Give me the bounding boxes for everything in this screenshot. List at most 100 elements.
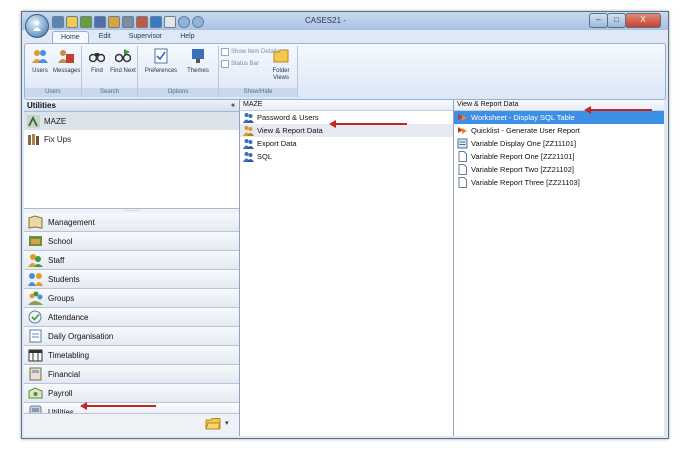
quick-access-toolbar bbox=[52, 16, 204, 28]
students-icon bbox=[28, 273, 43, 286]
report-item-quicklist[interactable]: Quicklist - Generate User Report bbox=[454, 124, 664, 137]
find-button-label: Find bbox=[91, 68, 103, 74]
themes-button[interactable]: Themes bbox=[183, 48, 213, 75]
nav-item-staff[interactable]: Staff bbox=[24, 251, 239, 270]
nav-item-management[interactable]: Management bbox=[24, 213, 239, 232]
ribbon-group-users: Users Messages Users bbox=[25, 46, 82, 97]
configure-buttons-icon[interactable]: ▾ bbox=[225, 419, 229, 427]
collapse-icon[interactable]: « bbox=[231, 100, 235, 111]
nav-item-school[interactable]: School bbox=[24, 232, 239, 251]
close-button[interactable]: X bbox=[625, 13, 661, 28]
utilities-panel-header: Utilities « bbox=[24, 100, 239, 112]
ribbon: Users Messages Users Find Find Next Sear… bbox=[24, 43, 666, 100]
nav-item-label: Daily Organisation bbox=[48, 331, 114, 341]
maze-item-label: SQL bbox=[257, 152, 273, 161]
folder-icon[interactable] bbox=[205, 418, 221, 430]
maze-pane-header: MAZE bbox=[240, 100, 453, 111]
document-icon bbox=[458, 151, 467, 162]
report-item-variable-report-three[interactable]: Variable Report Three [ZZ21103] bbox=[454, 176, 664, 189]
staff-icon bbox=[28, 254, 43, 267]
nav-item-label: Groups bbox=[48, 293, 75, 303]
nav-item-label: Financial bbox=[48, 369, 81, 379]
utility-item-maze[interactable]: MAZE bbox=[24, 112, 239, 130]
report-item-label: Worksheet - Display SQL Table bbox=[471, 113, 575, 122]
preferences-button-label: Preferences bbox=[144, 68, 178, 74]
nav-item-students[interactable]: Students bbox=[24, 270, 239, 289]
app-window: CASES21 - – □ X Home Edit Supervisor Hel… bbox=[21, 11, 669, 439]
qat-icon-2[interactable] bbox=[66, 16, 78, 28]
ribbon-group-options: Preferences Themes Options bbox=[138, 46, 219, 97]
payroll-icon bbox=[28, 387, 43, 399]
nav-item-attendance[interactable]: Attendance bbox=[24, 308, 239, 327]
users-group-label: Users bbox=[25, 88, 81, 97]
users-icon bbox=[243, 113, 254, 123]
nav-item-label: School bbox=[48, 236, 73, 246]
nav-item-groups[interactable]: Groups bbox=[24, 289, 239, 308]
find-button[interactable]: Find bbox=[84, 48, 110, 75]
messages-button[interactable]: Messages bbox=[53, 48, 80, 75]
users-icon bbox=[243, 152, 254, 162]
qat-icon-7[interactable] bbox=[136, 16, 148, 28]
minimize-button[interactable]: – bbox=[589, 13, 608, 28]
find-next-button[interactable]: Find Next bbox=[110, 48, 136, 75]
status-bar-checkbox[interactable]: Status Bar bbox=[221, 60, 259, 68]
report-item-label: Variable Report One [ZZ21101] bbox=[471, 152, 575, 161]
nav-item-label: Payroll bbox=[48, 388, 73, 398]
qat-icon-5[interactable] bbox=[108, 16, 120, 28]
preferences-button[interactable]: Preferences bbox=[144, 48, 178, 75]
qat-icon-6[interactable] bbox=[122, 16, 134, 28]
navigation-panel: Utilities « MAZE Fix Ups ⋯⋯⋯ Management … bbox=[24, 100, 240, 436]
nav-list: Management School Staff Students Groups … bbox=[24, 213, 239, 422]
report-item-variable-display-one[interactable]: Variable Display One [ZZ11101] bbox=[454, 137, 664, 150]
maze-icon bbox=[27, 114, 40, 128]
qat-icon-9[interactable] bbox=[164, 16, 176, 28]
worksheet-icon bbox=[458, 114, 467, 121]
nav-item-timetabling[interactable]: Timetabling bbox=[24, 346, 239, 365]
nav-item-daily-organisation[interactable]: Daily Organisation bbox=[24, 327, 239, 346]
qat-icon-3[interactable] bbox=[80, 16, 92, 28]
school-icon bbox=[29, 236, 42, 246]
timetabling-icon bbox=[28, 349, 43, 362]
messages-icon bbox=[58, 50, 74, 63]
nav-item-label: Timetabling bbox=[48, 350, 90, 360]
nav-item-label: Staff bbox=[48, 255, 65, 265]
report-item-label: Variable Report Three [ZZ21103] bbox=[471, 178, 580, 187]
ribbon-group-show-hide: Show Item Details Status Bar Folder View… bbox=[219, 46, 298, 97]
maze-item-view-report-data[interactable]: View & Report Data bbox=[240, 124, 453, 137]
users-icon bbox=[32, 50, 48, 63]
nav-item-payroll[interactable]: Payroll bbox=[24, 384, 239, 403]
attendance-icon bbox=[28, 310, 42, 324]
daily-organisation-icon bbox=[29, 329, 42, 343]
report-item-variable-report-one[interactable]: Variable Report One [ZZ21101] bbox=[454, 150, 664, 163]
window-title: CASES21 - bbox=[305, 16, 346, 25]
maze-item-export-data[interactable]: Export Data bbox=[240, 137, 453, 150]
tab-help[interactable]: Help bbox=[172, 31, 202, 43]
tab-edit[interactable]: Edit bbox=[91, 31, 119, 43]
title-bar: CASES21 - – □ X bbox=[22, 12, 668, 30]
application-menu-button[interactable] bbox=[25, 14, 49, 38]
annotation-arrow-worksheet bbox=[584, 106, 652, 114]
document-icon bbox=[458, 177, 467, 188]
qat-icon-8[interactable] bbox=[150, 16, 162, 28]
maze-item-sql[interactable]: SQL bbox=[240, 150, 453, 163]
maximize-button[interactable]: □ bbox=[607, 13, 626, 28]
qat-icon-10[interactable] bbox=[178, 16, 190, 28]
users-icon bbox=[243, 139, 254, 149]
maze-item-label: Export Data bbox=[257, 139, 297, 148]
nav-item-label: Students bbox=[48, 274, 80, 284]
report-item-variable-report-two[interactable]: Variable Report Two [ZZ21102] bbox=[454, 163, 664, 176]
folder-views-label: Folder Views bbox=[272, 68, 290, 81]
report-item-label: Variable Report Two [ZZ21102] bbox=[471, 165, 574, 174]
qat-icon-1[interactable] bbox=[52, 16, 64, 28]
nav-item-label: Management bbox=[48, 217, 95, 227]
utility-item-fix-ups[interactable]: Fix Ups bbox=[24, 130, 239, 148]
binoculars-icon bbox=[88, 53, 106, 63]
users-button[interactable]: Users bbox=[27, 48, 53, 75]
qat-icon-4[interactable] bbox=[94, 16, 106, 28]
report-item-worksheet[interactable]: Worksheet - Display SQL Table bbox=[454, 111, 664, 124]
folder-views-button[interactable]: Folder Views bbox=[267, 48, 295, 82]
qat-icon-11[interactable] bbox=[192, 16, 204, 28]
tab-supervisor[interactable]: Supervisor bbox=[121, 31, 170, 43]
nav-item-financial[interactable]: Financial bbox=[24, 365, 239, 384]
management-icon bbox=[28, 215, 43, 229]
